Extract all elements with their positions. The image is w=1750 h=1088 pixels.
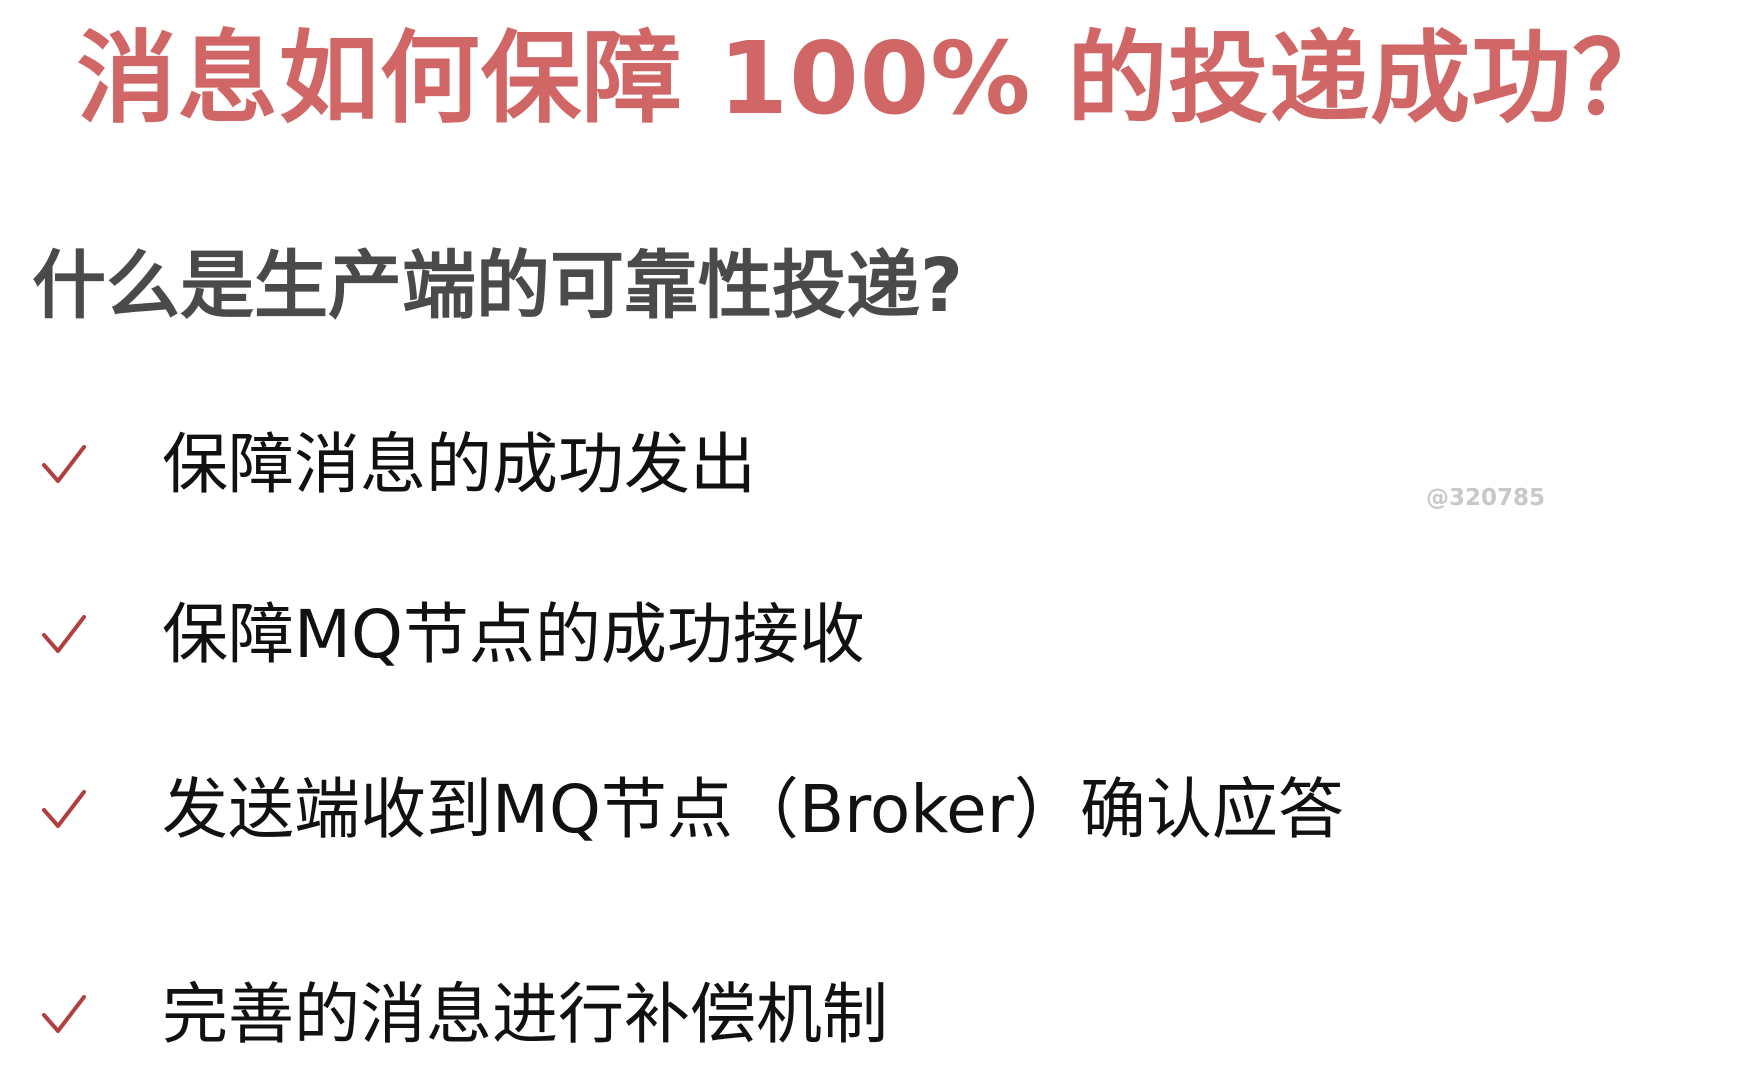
list-item: 完善的消息进行补偿机制: [40, 970, 888, 1060]
list-item: 保障消息的成功发出: [40, 420, 756, 510]
list-item-text: 保障MQ节点的成功接收: [162, 596, 865, 673]
watermark: @320785: [1426, 485, 1546, 511]
slide-subtitle: 什么是生产端的可靠性投递?: [32, 243, 963, 329]
check-icon: [40, 991, 88, 1039]
check-icon: [40, 786, 88, 834]
list-item-text: 发送端收到MQ节点（Broker）确认应答: [162, 771, 1344, 848]
list-item-text: 保障消息的成功发出: [162, 426, 756, 503]
list-item-text: 完善的消息进行补偿机制: [162, 976, 888, 1053]
slide: 消息如何保障 100% 的投递成功？ 什么是生产端的可靠性投递? @320785…: [0, 0, 1750, 1088]
check-icon: [40, 441, 88, 489]
slide-title: 消息如何保障 100% 的投递成功？: [76, 20, 1674, 137]
list-item: 发送端收到MQ节点（Broker）确认应答: [40, 765, 1344, 855]
check-icon: [40, 611, 88, 659]
list-item: 保障MQ节点的成功接收: [40, 590, 865, 680]
